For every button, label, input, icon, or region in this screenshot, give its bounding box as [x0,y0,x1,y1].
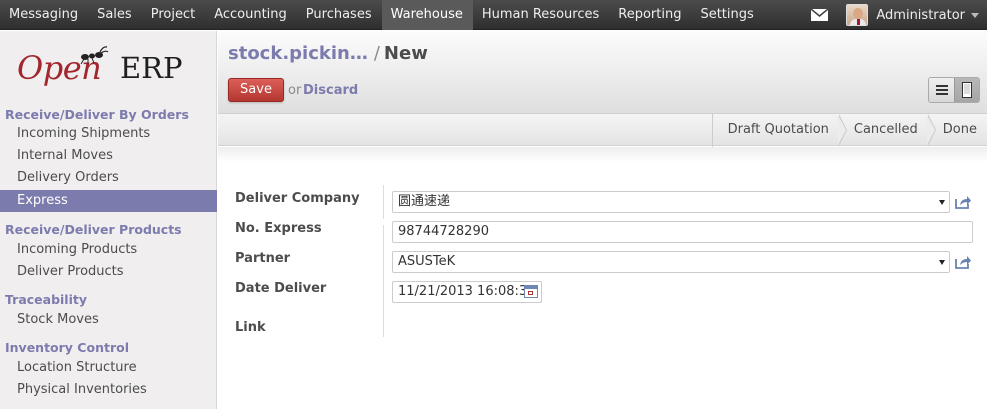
sidebar-item-express[interactable]: Express [0,190,217,212]
view-switcher [928,77,980,103]
user-area: Administrator [811,0,987,30]
deliver-company-select[interactable]: 圆通速递 [392,191,950,213]
chevron-down-icon [939,260,945,265]
list-view-icon[interactable] [929,78,954,102]
sidebar-item-incoming-shipments[interactable]: Incoming Shipments [0,123,217,145]
chevron-down-icon [939,200,945,205]
menu-sales[interactable]: Sales [88,0,142,30]
menu-accounting[interactable]: Accounting [205,0,297,30]
discard-button[interactable]: Discard [303,83,358,98]
page-title: New [383,43,428,64]
top-menu-bar: Messaging Sales Project Accounting Purch… [0,0,987,30]
external-link-icon[interactable] [955,255,971,269]
partner-select[interactable]: ASUSTeK [392,251,950,273]
or-label: or [288,83,302,98]
status-bar: Draft Quotation Cancelled Done [218,113,987,147]
chevron-down-icon[interactable] [971,12,979,18]
top-menu: Messaging Sales Project Accounting Purch… [0,0,764,30]
external-link-icon[interactable] [955,195,971,209]
menu-reporting[interactable]: Reporting [609,0,691,30]
no-express-label: No. Express [235,221,322,236]
mail-icon[interactable] [811,9,829,21]
menu-settings[interactable]: Settings [691,0,763,30]
form-sheet: Deliver Company 圆通速递 No. Express 9874472… [218,147,987,409]
section-receive-deliver-products: Receive/Deliver Products [5,222,182,237]
form-view-icon[interactable] [954,78,979,102]
menu-purchases[interactable]: Purchases [297,0,382,30]
menu-warehouse[interactable]: Warehouse [381,0,473,30]
date-deliver-label: Date Deliver [235,281,327,296]
sidebar-item-physical-inventories[interactable]: Physical Inventories [0,379,217,401]
stage-list: Draft Quotation Cancelled Done [711,114,987,147]
stage-draft-quotation[interactable]: Draft Quotation [713,114,847,146]
sidebar-item-internal-moves[interactable]: Internal Moves [0,145,217,167]
section-receive-deliver-by-orders: Receive/Deliver By Orders [5,107,189,122]
section-traceability: Traceability [5,292,88,307]
breadcrumb-link[interactable]: stock.pickin… [228,43,368,64]
link-label: Link [235,320,266,335]
openerp-logo[interactable]: Open ERP [17,45,207,93]
calendar-icon[interactable] [524,285,538,298]
logo-erp-text: ERP [120,51,183,85]
menu-project[interactable]: Project [142,0,205,30]
control-panel: stock.pickin… / New Save or Discard [218,31,987,116]
section-inventory-control: Inventory Control [5,340,129,355]
stage-done[interactable]: Done [928,114,987,145]
deliver-company-label: Deliver Company [235,191,360,206]
sidebar-item-deliver-products[interactable]: Deliver Products [0,261,217,283]
menu-messaging[interactable]: Messaging [0,0,88,30]
breadcrumb: stock.pickin… / New [228,43,428,64]
sidebar: Open ERP Receive/Deliver By Orders Incom… [0,31,217,409]
breadcrumb-separator: / [373,43,380,64]
avatar[interactable] [846,4,869,26]
user-name[interactable]: Administrator [876,8,965,23]
sidebar-item-stock-moves[interactable]: Stock Moves [0,309,217,331]
date-deliver-input[interactable]: 11/21/2013 16:08:39 [392,281,542,303]
sidebar-item-delivery-orders[interactable]: Delivery Orders [0,167,217,189]
partner-label: Partner [235,251,291,266]
sidebar-item-incoming-products[interactable]: Incoming Products [0,239,217,261]
menu-human-resources[interactable]: Human Resources [473,0,609,30]
save-button[interactable]: Save [228,78,284,102]
stage-cancelled[interactable]: Cancelled [839,114,936,146]
sidebar-item-location-structure[interactable]: Location Structure [0,357,217,379]
logo-ant-icon [80,46,109,65]
no-express-input[interactable]: 98744728290 [392,221,973,243]
